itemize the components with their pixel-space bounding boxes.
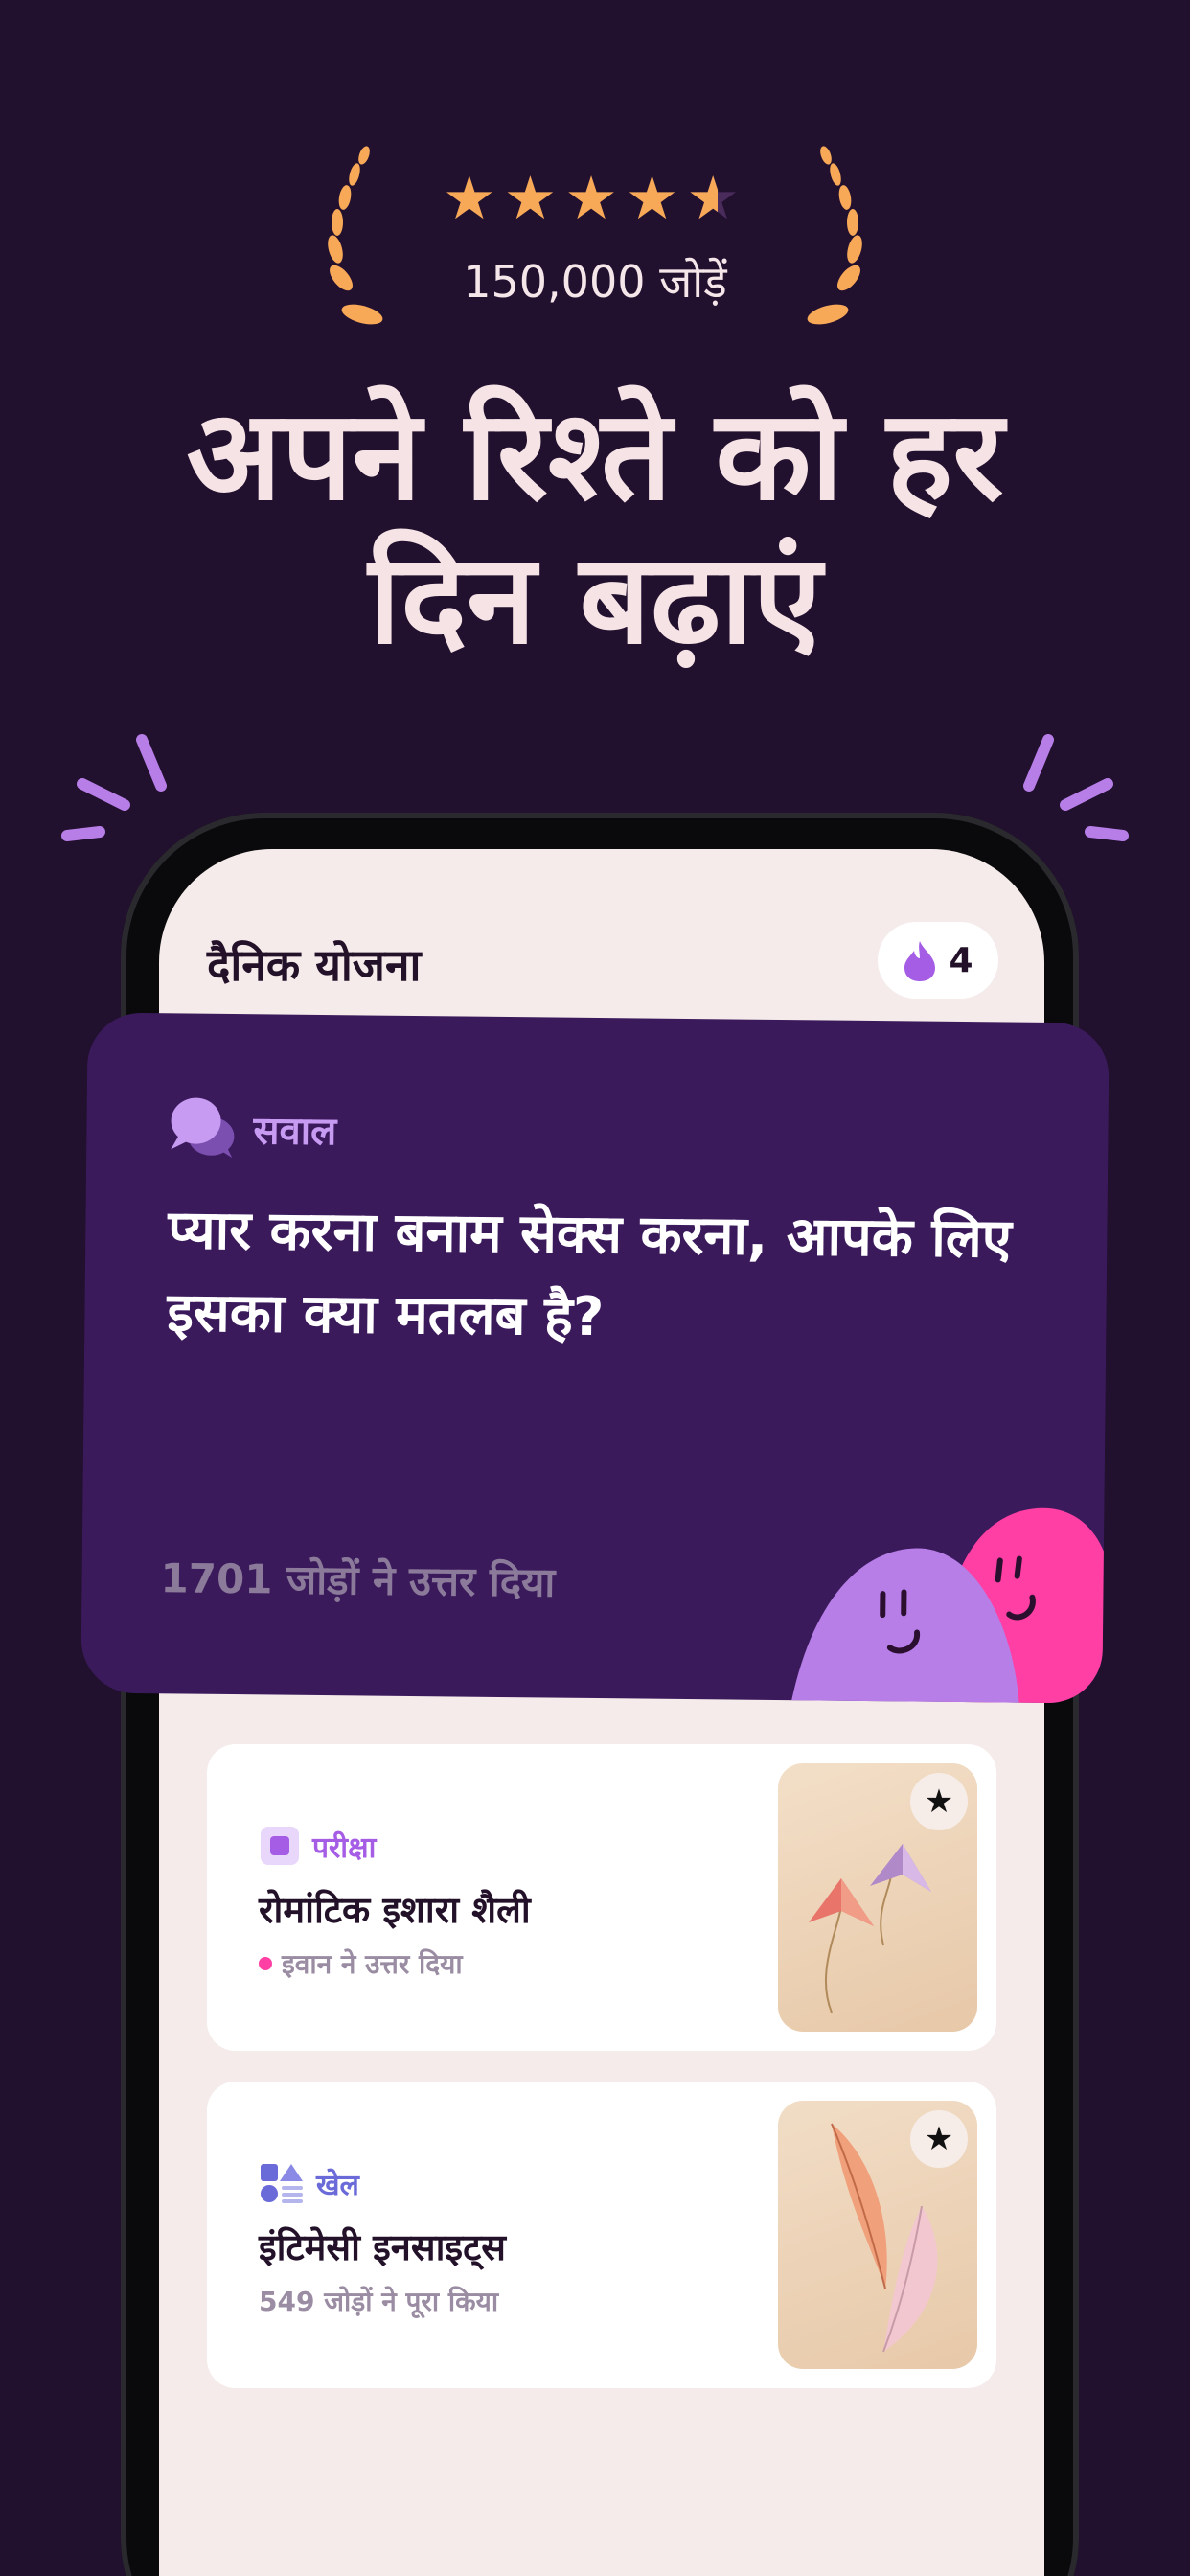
quiz-square-icon: [261, 1827, 299, 1865]
activity-tag: खेल: [259, 2162, 359, 2204]
sparkle-left-icon: [61, 734, 167, 841]
rating-count: 150,000 जोड़ें: [463, 256, 727, 308]
streak-count: 4: [949, 940, 973, 980]
headline-line-2: दिन बढ़ाएं: [368, 526, 822, 672]
daily-plan-title: दैनिक योजना: [207, 939, 422, 991]
question-card[interactable]: सवाल प्यार करना बनाम सेक्स करना, आपके लि…: [80, 1012, 1110, 1704]
kites-illustration: ★: [778, 1763, 977, 2032]
question-tag-label: सवाल: [253, 1108, 337, 1154]
game-shapes-icon: [261, 2164, 303, 2203]
sparkle-right-icon: [1023, 734, 1129, 841]
half-star-icon: ★: [686, 163, 747, 233]
feathers-illustration: ★: [778, 2101, 977, 2369]
activity-title: इंटिमेसी इनसाइट्स: [259, 2226, 506, 2268]
favorite-button[interactable]: ★: [910, 2110, 968, 2168]
lilac-blob-character-icon: [790, 1548, 1020, 1704]
favorite-button[interactable]: ★: [910, 1773, 968, 1830]
activity-tag: परीक्षा: [259, 1825, 376, 1867]
star-rating: ★★★★★: [0, 163, 1190, 233]
activity-status-label: 549 जोड़ों ने पूरा किया: [259, 2286, 499, 2317]
star-icon: ★: [924, 2120, 954, 2158]
activity-status-label: इवान ने उत्तर दिया: [282, 1948, 463, 1980]
star-icon: ★★★★: [443, 163, 687, 233]
activity-status: 549 जोड़ों ने पूरा किया: [259, 2283, 498, 2319]
page-headline: अपने रिश्ते को हर दिन बढ़ाएं: [57, 383, 1133, 671]
activity-tag-label: परीक्षा: [312, 1830, 377, 1865]
status-dot-icon: [259, 1957, 272, 1970]
streak-badge[interactable]: 4: [878, 922, 998, 999]
activity-card-quiz[interactable]: परीक्षा रोमांटिक इशारा शैली इवान ने उत्त…: [207, 1744, 996, 2051]
star-icon: ★: [924, 1782, 954, 1821]
flame-icon: [904, 941, 936, 981]
answers-count: 1701 जोड़ों ने उत्तर दिया: [160, 1554, 556, 1606]
activity-title: रोमांटिक इशारा शैली: [259, 1889, 531, 1931]
activity-tag-label: खेल: [316, 2168, 359, 2202]
rating-block: ★★★★★ 150,000 जोड़ें: [0, 144, 1190, 355]
chat-bubbles-icon: [171, 1097, 235, 1159]
question-tag: सवाल: [169, 1095, 336, 1161]
question-text: प्यार करना बनाम सेक्स करना, आपके लिए इसक…: [167, 1199, 1013, 1349]
activity-status: इवान ने उत्तर दिया: [259, 1945, 463, 1982]
headline-line-1: अपने रिश्ते को हर: [186, 382, 1004, 528]
activity-card-game[interactable]: खेल इंटिमेसी इनसाइट्स 549 जोड़ों ने पूरा…: [207, 2082, 996, 2388]
